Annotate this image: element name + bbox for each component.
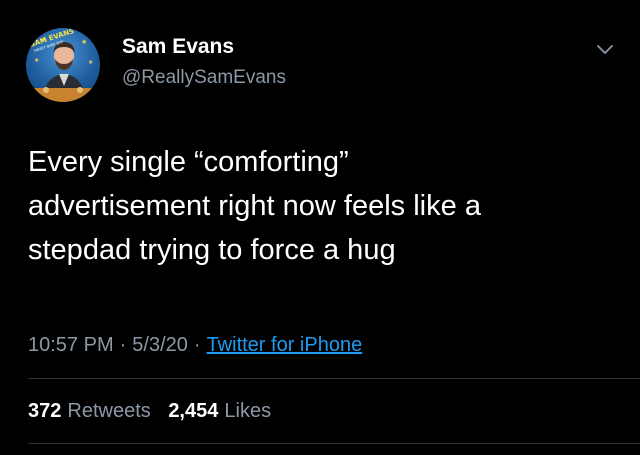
tweet-stats: 372 Retweets 2,454 Likes [28,398,283,424]
tweet-source-link[interactable]: Twitter for iPhone [207,334,363,356]
retweets-stat[interactable]: 372 Retweets [28,398,151,424]
tweet-detail: ★ ★ ★ ★ SAM EVANS SWEET BABY BOY Sam Eva… [0,0,640,455]
user-names: Sam Evans @ReallySamEvans [122,34,286,91]
retweets-count: 372 [28,400,62,422]
tweet-text: Every single “comforting” advertisement … [28,146,481,266]
user-handle[interactable]: @ReallySamEvans [122,65,286,91]
likes-label: Likes [224,400,272,422]
chevron-down-icon [597,45,613,54]
avatar-badge: SAM EVANS SWEET BABY BOY [29,28,75,53]
avatar[interactable]: ★ ★ ★ ★ SAM EVANS SWEET BABY BOY [26,28,100,102]
more-options-button[interactable] [594,38,616,60]
divider [28,378,640,379]
display-name[interactable]: Sam Evans [122,34,286,60]
likes-stat[interactable]: 2,454 Likes [168,398,271,424]
divider [28,443,640,444]
tweet-date[interactable]: 5/3/20 [132,334,188,356]
tweet-meta: 10:57 PM · 5/3/20 · Twitter for iPhone [28,332,362,358]
tweet-header: ★ ★ ★ ★ SAM EVANS SWEET BABY BOY Sam Eva… [26,28,616,104]
retweets-label: Retweets [67,400,151,422]
meta-separator: · [193,334,201,356]
meta-separator: · [119,334,127,356]
likes-count: 2,454 [168,400,219,422]
tweet-time[interactable]: 10:57 PM [28,334,114,356]
